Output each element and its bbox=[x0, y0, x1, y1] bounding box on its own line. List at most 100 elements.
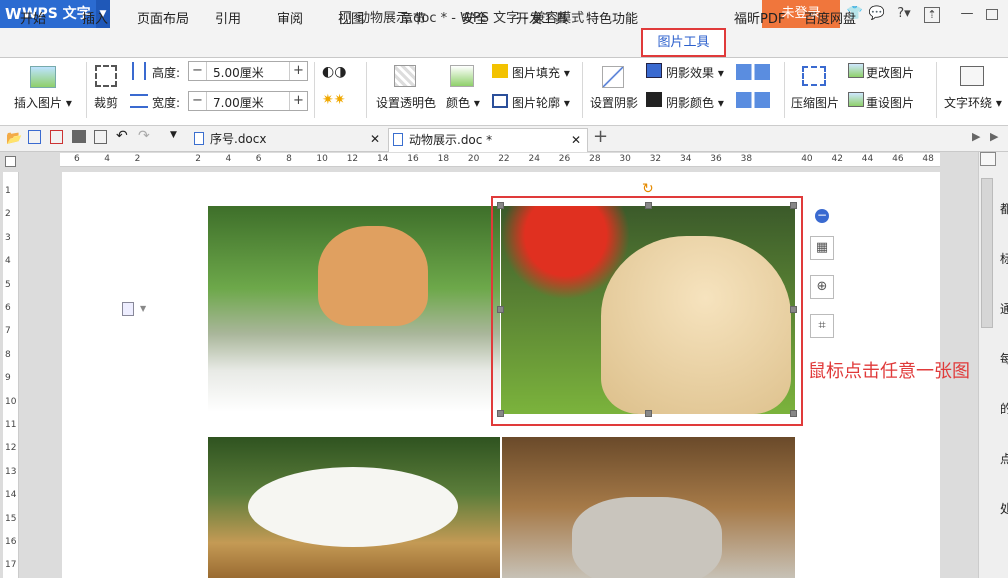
resize-handle[interactable] bbox=[645, 202, 652, 209]
crop-icon[interactable]: ⌗ bbox=[810, 314, 834, 338]
set-shadow-button[interactable]: 设置阴影 bbox=[590, 94, 638, 111]
layout-options-icon[interactable]: ▦ bbox=[810, 236, 834, 260]
decrement-button[interactable]: − bbox=[189, 92, 207, 110]
tab-foxit-pdf[interactable]: 福昕PDF bbox=[734, 8, 785, 27]
picture-outline-button[interactable]: 图片轮廓 ▾ bbox=[512, 94, 570, 111]
save-icon[interactable] bbox=[28, 130, 41, 144]
ruler-tick-label: 2 bbox=[5, 209, 11, 220]
tab-picture-tools-label: 图片工具 bbox=[657, 35, 710, 50]
ruler-tick-label: 18 bbox=[437, 154, 450, 164]
zoom-in-icon[interactable]: ⊕ bbox=[810, 275, 834, 299]
minus-icon[interactable]: − bbox=[815, 209, 829, 223]
chevron-down-icon[interactable]: ▼ bbox=[140, 304, 146, 313]
ruler-tick-label: 4 bbox=[104, 154, 111, 164]
tab-insert[interactable]: 插入 bbox=[82, 8, 108, 27]
print-icon[interactable] bbox=[72, 130, 86, 143]
tab-reference[interactable]: 引用 bbox=[215, 8, 241, 27]
ruler-tick-label: 46 bbox=[892, 154, 904, 164]
ruler-tick-label: 13 bbox=[5, 466, 17, 477]
picture-fill-button[interactable]: 图片填充 ▾ bbox=[512, 64, 570, 81]
open-icon[interactable]: 📂 bbox=[6, 131, 22, 146]
doc-tab-2[interactable]: 动物展示.doc * ✕ bbox=[388, 128, 588, 152]
print-preview-icon[interactable] bbox=[94, 130, 107, 144]
doc-tab-1[interactable]: 序号.docx ✕ bbox=[190, 128, 386, 152]
ruler-tick-label: 48 bbox=[922, 154, 934, 164]
ruler-tick-label: 44 bbox=[861, 154, 874, 164]
color-button[interactable]: 颜色 ▾ bbox=[446, 94, 480, 111]
ruler-tick-label: 24 bbox=[528, 154, 540, 164]
tab-developer[interactable]: 开发工具 bbox=[516, 8, 568, 27]
tab-picture-tools[interactable]: 图片工具 bbox=[641, 28, 726, 57]
vertical-scrollbar-thumb[interactable] bbox=[981, 178, 993, 328]
resize-handle[interactable] bbox=[790, 410, 797, 417]
quick-access-dropdown-icon[interactable]: ▼ bbox=[170, 130, 177, 140]
rabbit-shape bbox=[248, 467, 458, 547]
side-text-char: 标 bbox=[1000, 252, 1008, 266]
width-spinner[interactable]: −7.00厘米 + bbox=[188, 91, 308, 111]
export-pdf-icon[interactable] bbox=[50, 130, 63, 144]
tab-view[interactable]: 视图 bbox=[338, 8, 364, 27]
shadow-nudge-side-icon[interactable] bbox=[736, 92, 770, 108]
help-icon[interactable]: ?▾ bbox=[892, 6, 916, 24]
sidebar-expand-icon[interactable]: ▶ bbox=[990, 130, 998, 143]
new-tab-button[interactable]: + bbox=[593, 126, 608, 147]
cat-hat-photo[interactable] bbox=[502, 437, 795, 578]
shadow-color-label: 阴影颜色 bbox=[666, 96, 715, 110]
resize-handle[interactable] bbox=[497, 202, 504, 209]
tab-start[interactable]: 开始 bbox=[20, 8, 46, 27]
tab-page-layout[interactable]: 页面布局 bbox=[137, 8, 189, 27]
reset-picture-button[interactable]: 重设图片 bbox=[866, 94, 914, 111]
contrast-icon[interactable]: ◐◑ bbox=[322, 64, 346, 80]
increment-button[interactable]: + bbox=[289, 62, 307, 80]
ruler-tick-label: 36 bbox=[710, 154, 722, 164]
color-icon bbox=[450, 65, 474, 87]
resize-handle[interactable] bbox=[790, 202, 797, 209]
increment-button[interactable]: + bbox=[289, 92, 307, 110]
paragraph-menu-icon[interactable] bbox=[122, 302, 134, 316]
shadow-color-button[interactable]: 阴影颜色 ▾ bbox=[666, 94, 724, 111]
minimize-icon[interactable]: — bbox=[958, 6, 976, 24]
tab-baidu-disk[interactable]: 百度网盘 bbox=[804, 8, 856, 27]
shadow-nudge-up-icon[interactable] bbox=[736, 64, 770, 80]
text-wrap-button[interactable]: 文字环绕 ▾ bbox=[944, 94, 1002, 111]
shadow-effect-button[interactable]: 阴影效果 ▾ bbox=[666, 64, 724, 81]
rabbit-photo[interactable] bbox=[208, 437, 500, 578]
ruler-corner[interactable] bbox=[5, 156, 16, 167]
resize-handle[interactable] bbox=[497, 306, 504, 313]
upload-icon[interactable]: ⇡ bbox=[924, 7, 940, 23]
maximize-icon[interactable] bbox=[986, 9, 998, 20]
set-transparent-button[interactable]: 设置透明色 bbox=[376, 94, 436, 111]
redo-icon[interactable]: ↷ bbox=[138, 128, 150, 144]
decrement-button[interactable]: − bbox=[189, 62, 207, 80]
tab-features[interactable]: 特色功能 bbox=[586, 8, 638, 27]
rotate-handle-icon[interactable]: ↻ bbox=[642, 181, 654, 197]
tab-chapter[interactable]: 章节 bbox=[400, 8, 426, 27]
sidebar-toggle-icon[interactable]: ▶ bbox=[972, 130, 980, 143]
sidebar-icon[interactable] bbox=[980, 152, 996, 166]
ruler-tick-label: 10 bbox=[5, 396, 17, 407]
resize-handle[interactable] bbox=[497, 410, 504, 417]
crop-button[interactable]: 裁剪 bbox=[94, 94, 118, 111]
kitten-photo[interactable] bbox=[208, 206, 500, 412]
chat-icon[interactable]: 💬 bbox=[868, 6, 886, 24]
insert-picture-button[interactable]: 插入图片 ▾ bbox=[14, 94, 72, 111]
resize-handle[interactable] bbox=[645, 410, 652, 417]
ruler-tick-label: 32 bbox=[649, 154, 662, 164]
ruler-tick-label: 8 bbox=[286, 154, 292, 164]
ruler-tick-label: 9 bbox=[5, 373, 11, 384]
tab-security[interactable]: 安全 bbox=[462, 8, 488, 27]
brightness-icon[interactable]: ✷✷ bbox=[322, 92, 345, 108]
change-picture-button[interactable]: 更改图片 bbox=[866, 64, 914, 81]
outline-icon bbox=[492, 94, 508, 108]
undo-icon[interactable]: ↶ bbox=[116, 128, 128, 144]
tab-review[interactable]: 审阅 bbox=[277, 8, 303, 27]
close-icon[interactable]: ✕ bbox=[370, 128, 380, 150]
height-spinner[interactable]: −5.00厘米 + bbox=[188, 61, 308, 81]
document-icon bbox=[393, 133, 403, 146]
close-icon[interactable]: ✕ bbox=[571, 129, 581, 151]
resize-handle[interactable] bbox=[790, 306, 797, 313]
document-icon bbox=[194, 132, 204, 145]
width-value: 7.00厘米 bbox=[213, 96, 264, 110]
compress-picture-button[interactable]: 压缩图片 bbox=[791, 94, 839, 111]
ruler-tick-label: 22 bbox=[498, 154, 510, 164]
